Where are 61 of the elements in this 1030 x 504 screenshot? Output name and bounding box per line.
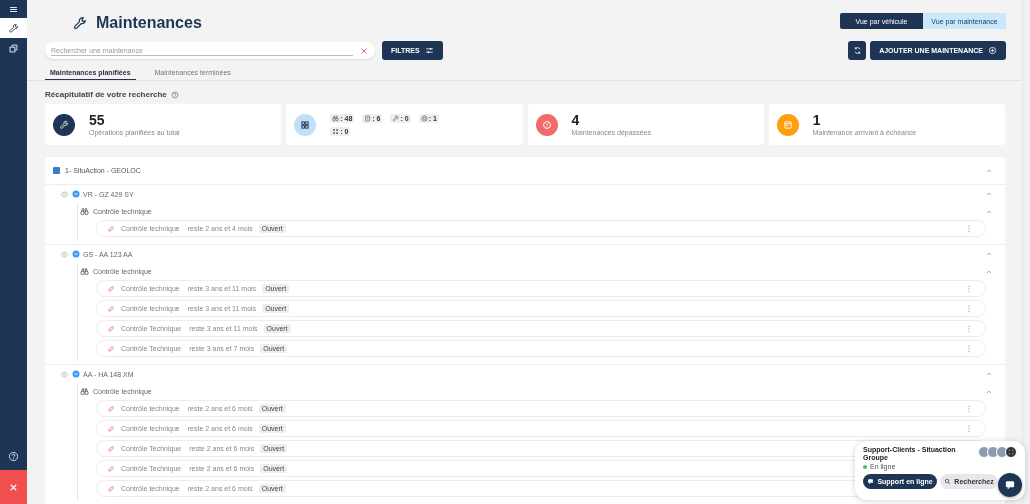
tire-icon: [420, 114, 428, 122]
stat-value: 55: [89, 113, 106, 128]
group-square-icon: [53, 167, 60, 174]
alert-icon: [541, 119, 552, 130]
clear-icon[interactable]: [359, 45, 369, 56]
collapse-circle-icon[interactable]: [72, 190, 80, 198]
refresh-button[interactable]: [848, 41, 867, 60]
binoculars-icon: [332, 114, 340, 122]
link-icon: [107, 464, 115, 473]
eye-icon[interactable]: [60, 249, 69, 259]
collapse-chevron-icon[interactable]: [985, 190, 993, 198]
more-options-icon[interactable]: [965, 304, 973, 313]
link-icon: [107, 404, 115, 413]
link-icon: [107, 324, 115, 333]
copy-icon: [8, 42, 19, 54]
more-options-icon[interactable]: [965, 324, 973, 333]
stat-value: 1: [812, 113, 822, 128]
wrench-icon: [392, 114, 400, 122]
wrench-icon: [8, 22, 19, 34]
link-icon: [107, 304, 115, 313]
stat-value: 4: [571, 113, 581, 128]
refresh-icon: [852, 46, 862, 55]
expand-button[interactable]: [1005, 446, 1017, 458]
binoculars-icon: [80, 207, 89, 216]
more-options-icon[interactable]: [965, 284, 973, 293]
help-icon: [8, 450, 19, 462]
more-options-icon[interactable]: [965, 424, 973, 433]
search-icon: [944, 478, 952, 485]
message-icon: [1004, 479, 1016, 491]
avatar: [996, 446, 1008, 458]
avatar: [987, 446, 999, 458]
link-icon: [107, 224, 115, 233]
link-icon: [107, 284, 115, 293]
grid-icon: [300, 119, 311, 130]
collapse-circle-icon[interactable]: [72, 370, 80, 378]
document-icon: [364, 114, 372, 122]
collapse-chevron-icon[interactable]: [985, 250, 993, 258]
binoculars-icon: [80, 267, 89, 276]
more-options-icon[interactable]: [965, 344, 973, 353]
binoculars-icon: [80, 387, 89, 396]
link-icon: [107, 484, 115, 493]
grid-icon: [332, 127, 340, 135]
help-icon[interactable]: [170, 90, 179, 99]
eye-icon[interactable]: [60, 189, 69, 199]
link-icon: [107, 344, 115, 353]
page-title: Maintenances: [96, 14, 202, 32]
section-title: Récapitulatif de votre recherche: [45, 90, 167, 99]
wrench-icon: [59, 119, 69, 130]
collapse-chevron-icon[interactable]: [985, 370, 993, 378]
avatar: [978, 446, 990, 458]
more-options-icon[interactable]: [965, 404, 973, 413]
link-icon: [107, 444, 115, 453]
sliders-icon: [424, 46, 434, 55]
calendar-icon: [782, 119, 793, 130]
collapse-circle-icon[interactable]: [72, 250, 80, 258]
more-options-icon[interactable]: [965, 224, 973, 233]
link-icon: [107, 424, 115, 433]
eye-icon[interactable]: [60, 369, 69, 379]
plus-icon: [988, 46, 997, 55]
message-icon: [867, 478, 875, 485]
wrench-icon: [72, 15, 87, 31]
